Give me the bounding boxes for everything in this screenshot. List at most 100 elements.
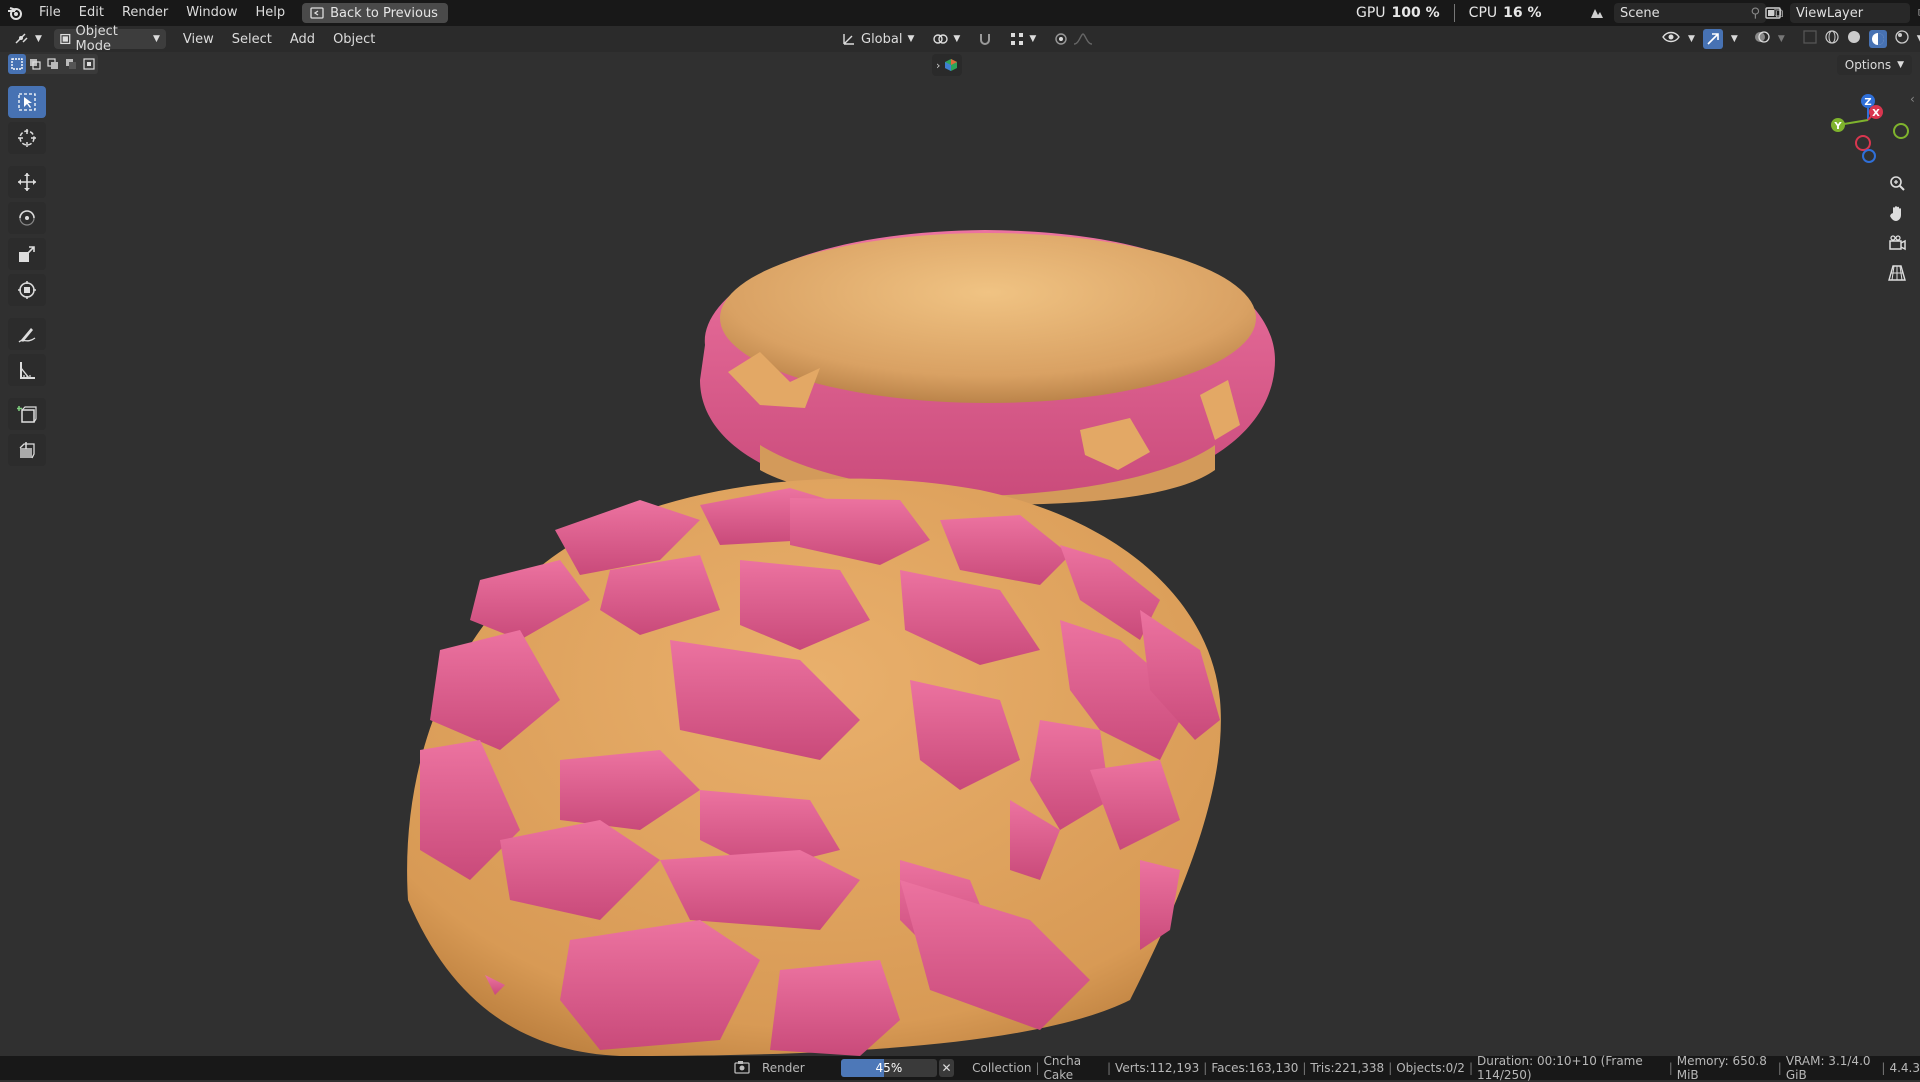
sidebar-toggle-icon[interactable]: ‹ (1910, 92, 1915, 106)
editor-type-button[interactable]: ▼ (8, 29, 48, 49)
pan-button[interactable] (1882, 200, 1912, 226)
tool-measure[interactable] (8, 354, 46, 386)
stat-verts: Verts:112,193 (1115, 1061, 1200, 1075)
rendered-shading-icon[interactable] (1895, 30, 1909, 48)
menu-help[interactable]: Help (247, 0, 295, 26)
tool-cursor[interactable] (8, 122, 46, 154)
mode-label: Object Mode (75, 24, 118, 54)
render-job-label: Render (762, 1061, 805, 1075)
cpu-value: 16 % (1503, 5, 1542, 21)
transform-icon (18, 281, 36, 299)
tool-annotate[interactable] (8, 318, 46, 350)
tool-settings-toggle[interactable]: › (932, 54, 963, 76)
stat-version: 4.4.3 (1889, 1061, 1920, 1075)
scale-icon (19, 246, 35, 262)
menu-edit[interactable]: Edit (70, 0, 113, 26)
zoom-icon (1890, 176, 1905, 191)
view-layer-selector-icon[interactable] (1760, 3, 1786, 23)
snap-toggle[interactable] (972, 29, 998, 49)
menu-render[interactable]: Render (113, 0, 177, 26)
blender-logo-icon[interactable] (0, 0, 30, 26)
cancel-render-button[interactable]: ✕ (939, 1059, 955, 1077)
menu-view[interactable]: View (174, 32, 223, 47)
pivot-point-button[interactable]: ▼ (926, 29, 966, 49)
zoom-button[interactable] (1882, 170, 1912, 196)
scene-name-field[interactable]: Scene ⚲ (1614, 3, 1766, 23)
3d-viewport[interactable]: Z Y X (0, 52, 1920, 1056)
gizmo-toggle-icon[interactable] (1702, 29, 1723, 49)
proportional-editing-toggle[interactable] (1048, 29, 1099, 49)
orientation-dropdown[interactable]: Global ▼ (836, 29, 920, 49)
visibility-icon[interactable] (1662, 30, 1680, 48)
chevron-down-icon: ▼ (1730, 34, 1738, 44)
options-dropdown[interactable]: Options ▼ (1836, 55, 1912, 75)
select-subtract-mode-icon[interactable] (44, 54, 62, 74)
stat-divider: | (1881, 1061, 1886, 1075)
chevron-down-icon: ▼ (907, 34, 915, 44)
material-preview-shading-icon[interactable] (1868, 30, 1887, 48)
gizmo-neg-x-axis[interactable] (1855, 135, 1871, 151)
hand-icon (1890, 206, 1901, 221)
menu-window[interactable]: Window (177, 0, 246, 26)
stat-active-object: Cncha Cake (1043, 1054, 1082, 1082)
menu-file[interactable]: File (30, 0, 70, 26)
solid-shading-icon[interactable] (1847, 30, 1861, 48)
wireframe-shading-icon[interactable] (1825, 30, 1839, 48)
status-bar: Render 45% ✕ Collection | Cncha Cake | V… (0, 1054, 1920, 1082)
select-extend-mode-icon[interactable] (26, 54, 44, 74)
add-cube-icon (17, 406, 37, 423)
stat-divider: | (1388, 1061, 1393, 1075)
chevron-down-icon: ▼ (35, 34, 42, 44)
tool-move[interactable] (8, 166, 46, 198)
extrude-icon (19, 442, 35, 459)
gizmo-neg-y-axis[interactable] (1893, 123, 1909, 139)
render-progress-bar: 45% (840, 1059, 938, 1077)
scene-name: Scene (1620, 5, 1660, 21)
concha-dome[interactable] (407, 478, 1221, 1056)
menu-object[interactable]: Object (324, 32, 384, 47)
chevron-right-icon: › (936, 58, 941, 72)
camera-view-button[interactable] (1882, 230, 1912, 256)
pin-icon[interactable]: ⚲ (1750, 6, 1760, 21)
gpu-value: 100 % (1391, 5, 1440, 21)
viewport-navigation (1882, 170, 1912, 286)
orientation-label: Global (861, 31, 903, 47)
tool-add-cube[interactable] (8, 398, 46, 430)
back-to-previous-button[interactable]: Back to Previous (302, 3, 448, 23)
stat-faces: Faces:163,130 (1211, 1061, 1299, 1075)
tool-transform[interactable] (8, 274, 46, 306)
tool-shelf (8, 86, 46, 466)
scene-selector-icon[interactable] (1584, 3, 1610, 23)
perspective-toggle-button[interactable] (1882, 260, 1912, 286)
falloff-curve-icon (1074, 33, 1093, 45)
mode-dropdown[interactable]: Object Mode ▼ (53, 24, 166, 54)
tool-select-box[interactable] (8, 86, 46, 118)
select-set-mode-icon[interactable] (8, 54, 26, 74)
camera-icon (1889, 235, 1906, 251)
snap-target-dropdown[interactable]: ▼ (1004, 29, 1042, 49)
stat-divider: | (1468, 1061, 1473, 1075)
cursor-icon (18, 129, 36, 147)
view-layer-field[interactable]: ViewLayer (1790, 3, 1910, 23)
tool-rotate[interactable] (8, 202, 46, 234)
tool-scale[interactable] (8, 238, 46, 270)
navigation-gizmo[interactable]: Z Y X (1831, 94, 1909, 163)
tool-extrude[interactable] (8, 434, 46, 466)
new-view-layer-icon[interactable]: ⧉ (1914, 6, 1920, 21)
select-intersect-mode-icon[interactable] (80, 54, 98, 74)
xray-toggle-icon[interactable] (1803, 30, 1817, 48)
gpu-label: GPU (1356, 5, 1386, 21)
overlays-icon[interactable] (1754, 30, 1770, 48)
measure-icon (20, 362, 35, 379)
magnet-icon (980, 34, 991, 45)
select-box-icon (18, 93, 36, 111)
concha-top-slice[interactable] (700, 230, 1275, 505)
menu-add[interactable]: Add (281, 32, 324, 47)
select-invert-mode-icon[interactable] (62, 54, 80, 74)
back-to-previous-label: Back to Previous (330, 5, 438, 21)
proportional-icon (1055, 33, 1067, 45)
menu-select[interactable]: Select (223, 32, 281, 47)
object-mode-icon (60, 33, 71, 45)
gizmo-neg-z-axis[interactable] (1862, 149, 1876, 163)
grid-perspective-icon (1888, 265, 1906, 281)
